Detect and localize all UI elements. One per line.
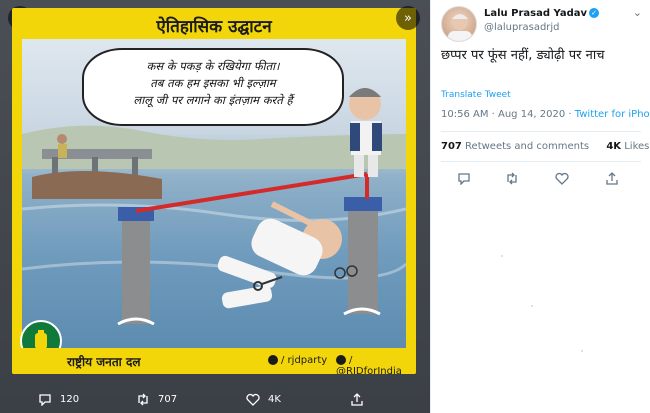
artifact-dot <box>531 305 533 307</box>
facebook-icon <box>268 355 278 365</box>
twitter-handle: / @RJDforIndia <box>336 355 416 374</box>
reply-button[interactable]: 120 <box>38 393 79 406</box>
retweet-count: 707 <box>158 394 178 405</box>
cartoon-image: ऐतिहासिक उद्घाटन कस के पकड़ के रखियेगा फ… <box>12 8 416 374</box>
party-name: राष्ट्रीय जनता दल <box>67 355 141 369</box>
like-count: 4K <box>268 394 281 405</box>
speech-bubble: कस के पकड़ के रखियेगा फीता। तब तक हम इसक… <box>82 48 344 126</box>
replies-area-blank <box>441 200 646 410</box>
avatar[interactable] <box>441 6 477 42</box>
author-name-text: Lalu Prasad Yadav <box>484 8 587 19</box>
tweet-source[interactable]: Twitter for iPhone <box>575 109 650 120</box>
likes-stat-count: 4K <box>606 141 622 152</box>
media-action-bar: 120 707 4K <box>0 388 430 413</box>
twitter-handle-text: / @RJDforIndia <box>336 355 402 374</box>
avatar-image <box>448 14 472 41</box>
divider <box>441 131 641 132</box>
bubble-line-3: लालू जी पर लगाने का इंतज़ाम करते हैं <box>133 93 293 107</box>
cartoon-artwork: कस के पकड़ के रखियेगा फीता। तब तक हम इसक… <box>22 39 406 349</box>
tweet-meta: 10:56 AM · Aug 14, 2020 · Twitter for iP… <box>441 109 650 120</box>
likes-stat[interactable]: 4K Likes <box>606 141 649 152</box>
bubble-line-1: कस के पकड़ के रखियेगा फीता। <box>146 59 280 73</box>
facebook-handle-text: / rjdparty <box>281 355 328 366</box>
verified-icon: ✓ <box>589 8 599 18</box>
poster-title: ऐतिहासिक उद्घाटन <box>156 17 272 37</box>
tweet-retweet-button[interactable] <box>505 170 519 189</box>
tweet-reply-button[interactable] <box>457 170 471 189</box>
retweet-icon <box>507 172 517 185</box>
tweet-timestamp[interactable]: 10:56 AM · Aug 14, 2020 · <box>441 109 575 120</box>
artifact-dot <box>581 350 583 352</box>
reply-count: 120 <box>60 394 80 405</box>
expand-icon: » <box>404 10 412 26</box>
share-icon <box>351 393 363 406</box>
artifact-dot <box>501 255 503 257</box>
retweets-stat-count: 707 <box>441 141 462 152</box>
retweet-icon <box>138 393 148 406</box>
tweet-share-button[interactable] <box>605 170 619 189</box>
like-icon <box>555 172 569 185</box>
share-button[interactable] <box>350 393 372 406</box>
tweet-panel: Lalu Prasad Yadav ✓ @laluprasadrjd ⌄ छप्प… <box>430 0 650 413</box>
author-name[interactable]: Lalu Prasad Yadav ✓ <box>484 8 599 19</box>
tweet-text: छप्पर पर फूंस नहीं, ड्योढ़ी पर नाच <box>441 48 605 63</box>
facebook-handle: / rjdparty <box>268 355 327 366</box>
bubble-line-2: तब तक हम इसका भी इल्ज़ाम <box>150 76 276 90</box>
poster-footer: राष्ट्रीय जनता दल / rjdparty / @RJDforIn… <box>12 348 416 374</box>
retweets-stat-label: Retweets and comments <box>461 141 590 152</box>
author-handle[interactable]: @laluprasadrjd <box>484 22 560 33</box>
reply-icon <box>458 173 470 186</box>
divider <box>441 161 641 162</box>
tweet-action-bar <box>441 170 646 190</box>
retweet-button[interactable]: 707 <box>136 393 177 406</box>
tweet-like-button[interactable] <box>555 170 569 189</box>
translate-tweet-link[interactable]: Translate Tweet <box>441 90 511 100</box>
retweets-stat[interactable]: 707 Retweets and comments <box>441 141 589 152</box>
twitter-icon <box>336 355 346 365</box>
like-icon <box>246 393 260 406</box>
caret-down-icon[interactable]: ⌄ <box>633 6 642 19</box>
share-icon <box>606 172 618 185</box>
expand-panel-button[interactable]: » <box>396 6 420 30</box>
like-button[interactable]: 4K <box>246 393 281 406</box>
tweet-stats: 707 Retweets and comments 4K Likes <box>441 141 649 152</box>
reply-icon <box>39 394 51 406</box>
likes-stat-label: Likes <box>621 141 650 152</box>
media-viewer: ✕ ऐतिहासिक उद्घाटन <box>0 0 430 413</box>
